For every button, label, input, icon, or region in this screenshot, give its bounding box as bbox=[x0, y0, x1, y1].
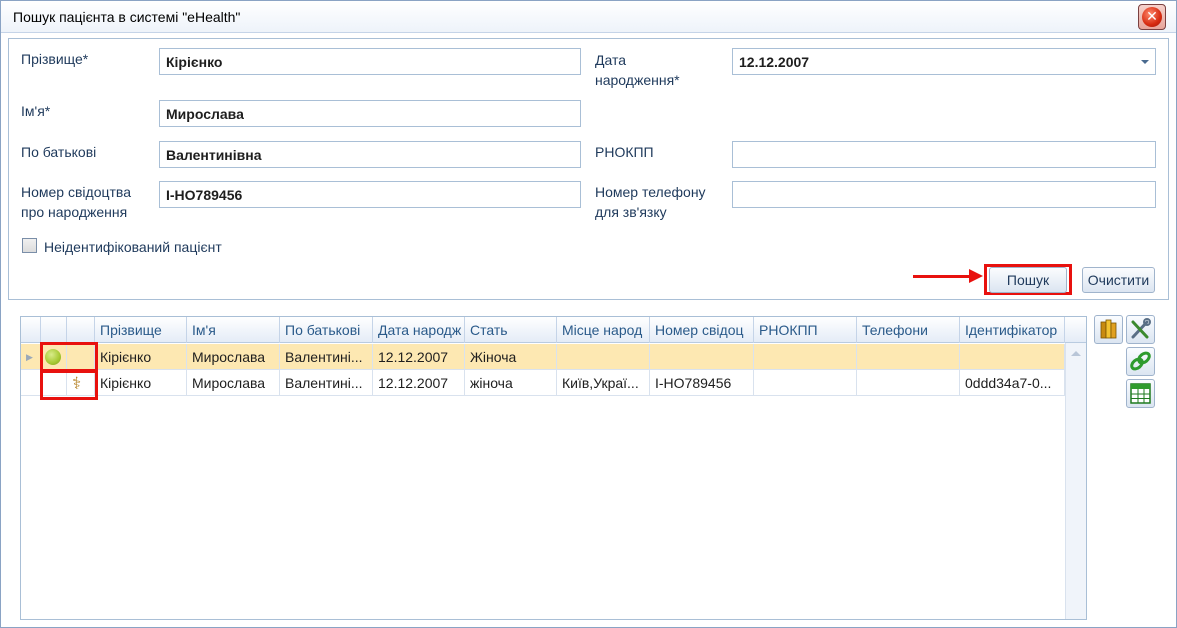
table-row[interactable]: ▶ Кірієнко Мирослава Валентині... 12.12.… bbox=[21, 344, 1065, 370]
annotation-arrow-icon bbox=[969, 269, 983, 283]
header-type bbox=[67, 317, 95, 343]
header-identifier[interactable]: Ідентифікатор bbox=[960, 317, 1065, 343]
header-sex[interactable]: Стать bbox=[465, 317, 557, 343]
search-form-panel bbox=[8, 38, 1169, 300]
status-icon-highlight bbox=[40, 342, 98, 372]
cell-phones bbox=[857, 344, 960, 370]
first-name-field[interactable]: Мирослава bbox=[159, 100, 581, 127]
cell-rnokpp bbox=[754, 344, 857, 370]
header-rnokpp[interactable]: РНОКПП bbox=[754, 317, 857, 343]
cell-first-name: Мирослава bbox=[187, 370, 280, 396]
header-first-name[interactable]: Ім'я bbox=[187, 317, 280, 343]
cell-cert bbox=[650, 344, 754, 370]
spreadsheet-icon bbox=[1130, 383, 1151, 404]
birth-cert-field[interactable]: І-НО789456 bbox=[159, 181, 581, 208]
close-icon: ✕ bbox=[1142, 7, 1162, 27]
export-excel-button[interactable] bbox=[1126, 379, 1155, 408]
unidentified-checkbox[interactable] bbox=[22, 238, 37, 253]
header-indicator bbox=[21, 317, 41, 343]
cell-birth-date: 12.12.2007 bbox=[373, 370, 465, 396]
patronymic-field[interactable]: Валентинівна bbox=[159, 141, 581, 168]
header-cert[interactable]: Номер свідоц bbox=[650, 317, 754, 343]
grid-header: Прізвище Ім'я По батькові Дата народж Ст… bbox=[21, 317, 1086, 343]
birth-cert-label-2: про народження bbox=[21, 204, 128, 220]
type-icon-highlight bbox=[40, 370, 98, 400]
rnokpp-field[interactable] bbox=[732, 141, 1156, 168]
tools-button[interactable] bbox=[1126, 315, 1155, 344]
header-phones[interactable]: Телефони bbox=[857, 317, 960, 343]
table-row[interactable]: ⚕ Кірієнко Мирослава Валентині... 12.12.… bbox=[21, 370, 1065, 396]
cell-sex: Жіноча bbox=[465, 344, 557, 370]
rnokpp-label: РНОКПП bbox=[595, 144, 654, 160]
tools-icon bbox=[1131, 318, 1151, 339]
dialog-window: Пошук пацієнта в системі "eHealth" ✕ Прі… bbox=[0, 0, 1177, 628]
surname-field[interactable]: Кірієнко bbox=[159, 48, 581, 75]
cell-phones bbox=[857, 370, 960, 396]
header-surname[interactable]: Прізвище bbox=[95, 317, 187, 343]
scroll-up-icon[interactable] bbox=[1071, 351, 1081, 356]
cell-rnokpp bbox=[754, 370, 857, 396]
link-icon bbox=[1130, 351, 1151, 371]
row-indicator bbox=[21, 370, 41, 396]
vertical-scrollbar[interactable] bbox=[1065, 343, 1086, 619]
surname-label: Прізвище* bbox=[21, 51, 89, 67]
results-grid: Прізвище Ім'я По батькові Дата народж Ст… bbox=[20, 316, 1087, 620]
birth-date-label-2: народження* bbox=[595, 72, 680, 88]
cell-first-name: Мирослава bbox=[187, 344, 280, 370]
first-name-label: Ім'я* bbox=[21, 103, 51, 119]
cell-patronymic: Валентині... bbox=[280, 370, 373, 396]
books-icon bbox=[1100, 319, 1117, 339]
search-button[interactable]: Пошук bbox=[989, 267, 1067, 293]
birth-date-value: 12.12.2007 bbox=[739, 54, 810, 70]
window-title: Пошук пацієнта в системі "eHealth" bbox=[13, 9, 241, 25]
unidentified-label: Неідентифікований пацієнт bbox=[44, 239, 222, 255]
titlebar: Пошук пацієнта в системі "eHealth" ✕ bbox=[1, 1, 1176, 33]
header-birth-date[interactable]: Дата народж bbox=[373, 317, 465, 343]
header-birth-place[interactable]: Місце народ bbox=[557, 317, 650, 343]
birth-date-label-1: Дата bbox=[595, 52, 627, 68]
books-button[interactable] bbox=[1094, 315, 1123, 344]
birth-date-picker[interactable]: 12.12.2007 bbox=[732, 48, 1156, 75]
cell-birth-place bbox=[557, 344, 650, 370]
phone-label-2: для зв'язку bbox=[595, 204, 667, 220]
close-button[interactable]: ✕ bbox=[1138, 4, 1166, 30]
cell-sex: жіноча bbox=[465, 370, 557, 396]
header-status bbox=[41, 317, 67, 343]
cell-identifier: 0ddd34a7-0... bbox=[960, 370, 1065, 396]
link-button[interactable] bbox=[1126, 347, 1155, 376]
row-indicator-icon: ▶ bbox=[21, 344, 41, 370]
chevron-down-icon[interactable] bbox=[1141, 60, 1149, 64]
phone-field[interactable] bbox=[732, 181, 1156, 208]
clear-button[interactable]: Очистити bbox=[1082, 267, 1155, 293]
cell-birth-date: 12.12.2007 bbox=[373, 344, 465, 370]
patronymic-label: По батькові bbox=[21, 144, 97, 160]
cell-identifier bbox=[960, 344, 1065, 370]
cell-patronymic: Валентині... bbox=[280, 344, 373, 370]
header-patronymic[interactable]: По батькові bbox=[280, 317, 373, 343]
phone-label-1: Номер телефону bbox=[595, 184, 706, 200]
cell-surname: Кірієнко bbox=[95, 370, 187, 396]
cell-surname: Кірієнко bbox=[95, 344, 187, 370]
annotation-arrow-shaft bbox=[913, 275, 973, 278]
birth-cert-label-1: Номер свідоцтва bbox=[21, 184, 131, 200]
cell-cert: І-НО789456 bbox=[650, 370, 754, 396]
cell-birth-place: Київ,Украї... bbox=[557, 370, 650, 396]
